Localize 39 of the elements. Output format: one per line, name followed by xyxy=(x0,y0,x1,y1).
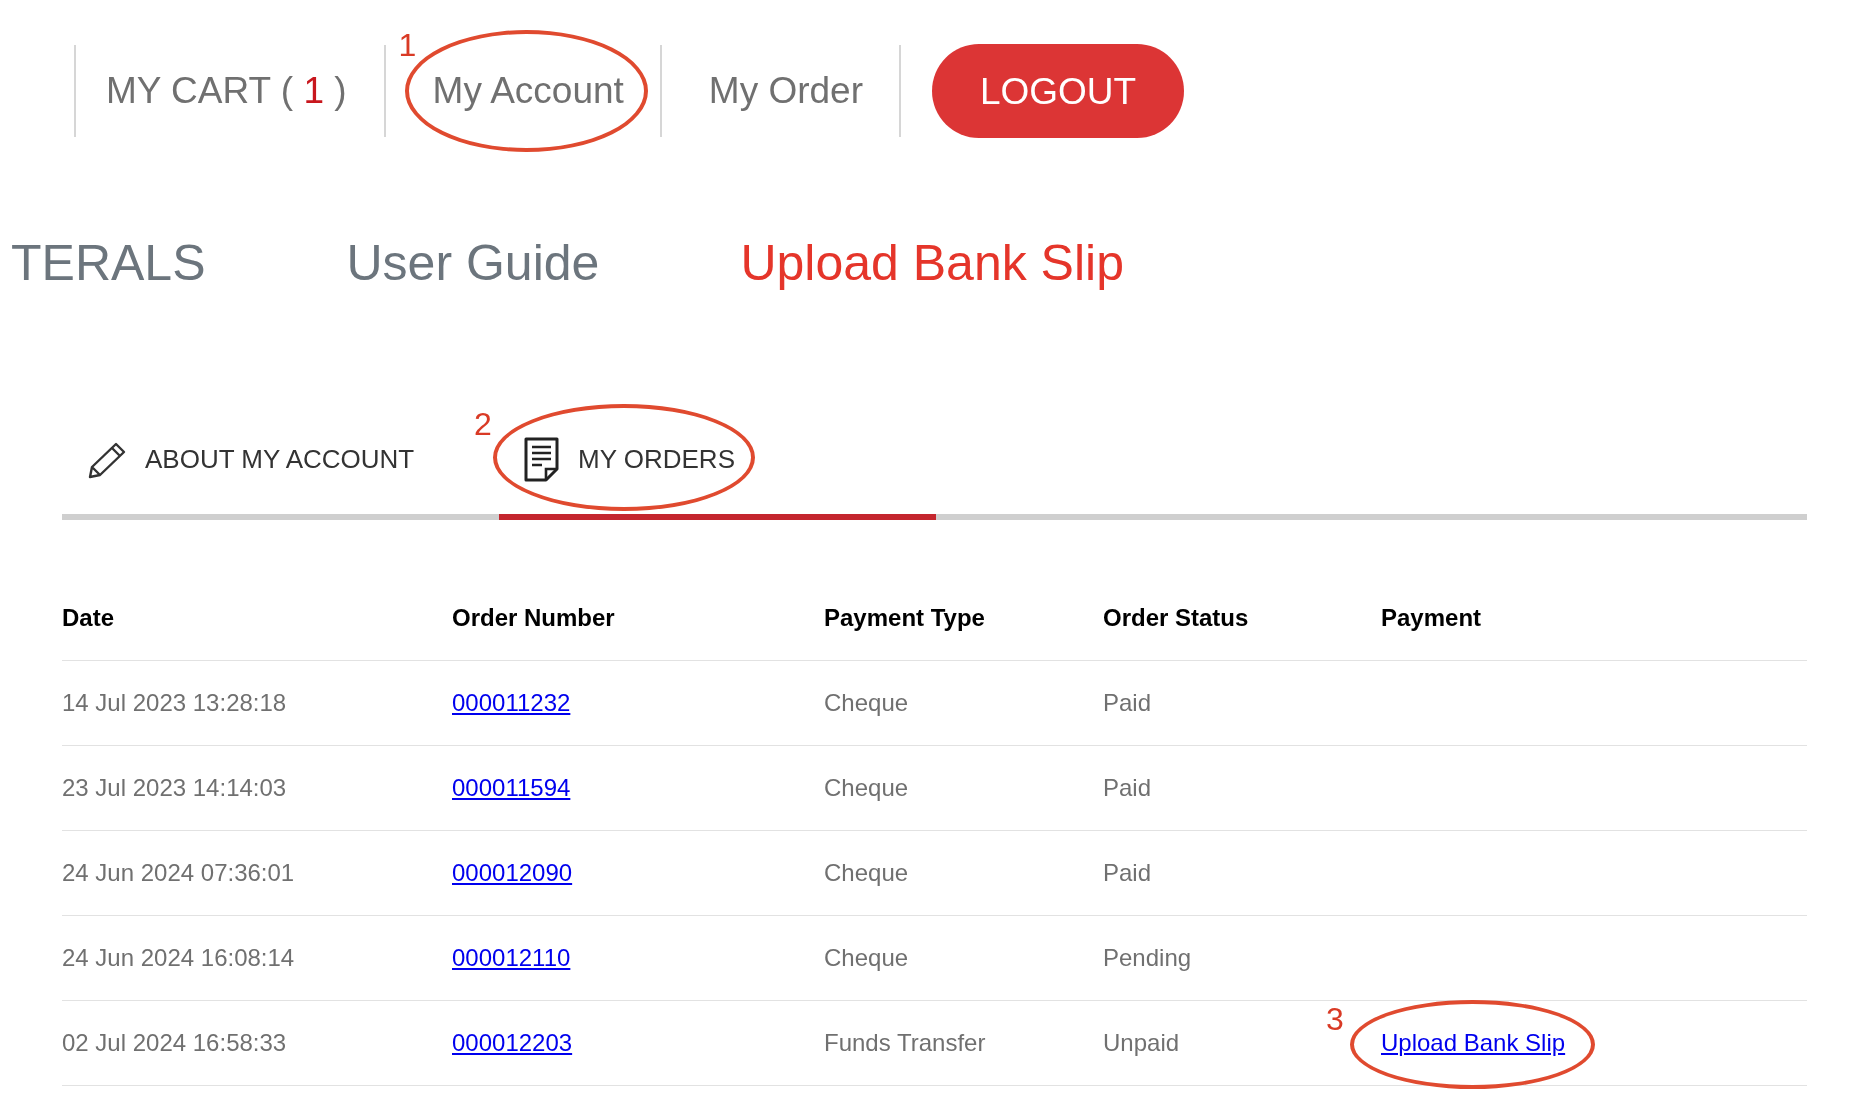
column-header: Date xyxy=(62,576,452,661)
table-cell: 23 Jul 2023 14:14:03 xyxy=(62,745,452,831)
table-cell: Pending xyxy=(1103,915,1381,1001)
table-cell: 24 Jun 2024 07:36:01 xyxy=(62,830,452,916)
logout-button[interactable]: LOGOUT xyxy=(932,44,1185,138)
document-icon xyxy=(524,437,560,482)
pencil-icon xyxy=(87,440,127,479)
menu-link[interactable]: User Guide xyxy=(346,235,600,293)
nav-link[interactable]: My Account xyxy=(432,69,624,113)
menu-link[interactable]: Upload Bank Slip xyxy=(740,235,1124,293)
table-cell: Paid xyxy=(1103,830,1381,916)
table-cell: 24 Jun 2024 16:08:14 xyxy=(62,915,452,1001)
table-cell: Cheque xyxy=(824,915,1103,1001)
upload-link[interactable]: Upload Bank Slip xyxy=(1381,1029,1566,1056)
column-header: Payment xyxy=(1381,576,1807,661)
cart-link[interactable]: MY CART ( 1 ) xyxy=(106,69,347,113)
order-number-link[interactable]: 000012203 xyxy=(452,1029,573,1056)
order-number-link[interactable]: 000012090 xyxy=(452,859,573,886)
tab[interactable]: ABOUT MY ACCOUNT xyxy=(87,440,415,479)
column-header: Payment Type xyxy=(824,576,1103,661)
order-number-link[interactable]: 000012110 xyxy=(452,944,571,971)
table-cell: 14 Jul 2023 13:28:18 xyxy=(62,660,452,746)
column-header: Order Number xyxy=(452,576,824,661)
order-number-link[interactable]: 000011232 xyxy=(452,689,571,716)
nav-link[interactable]: My Order xyxy=(708,69,864,113)
callout-number: 3 xyxy=(1326,1003,1344,1035)
callout-number: 2 xyxy=(474,407,492,440)
table-cell: Paid xyxy=(1103,745,1381,831)
menu-link[interactable]: TERALS xyxy=(11,235,206,293)
table-cell: Cheque xyxy=(824,830,1103,916)
column-header: Order Status xyxy=(1103,576,1381,661)
order-number-link[interactable]: 000011594 xyxy=(452,774,571,801)
table-cell: Paid xyxy=(1103,660,1381,746)
table-cell: 02 Jul 2024 16:58:33 xyxy=(62,1000,452,1086)
table-cell: Funds Transfer xyxy=(824,1000,1103,1086)
callout-number: 1 xyxy=(398,29,417,61)
table-cell: Cheque xyxy=(824,660,1103,746)
table-cell: Cheque xyxy=(824,745,1103,831)
tab[interactable]: MY ORDERS xyxy=(524,437,735,482)
